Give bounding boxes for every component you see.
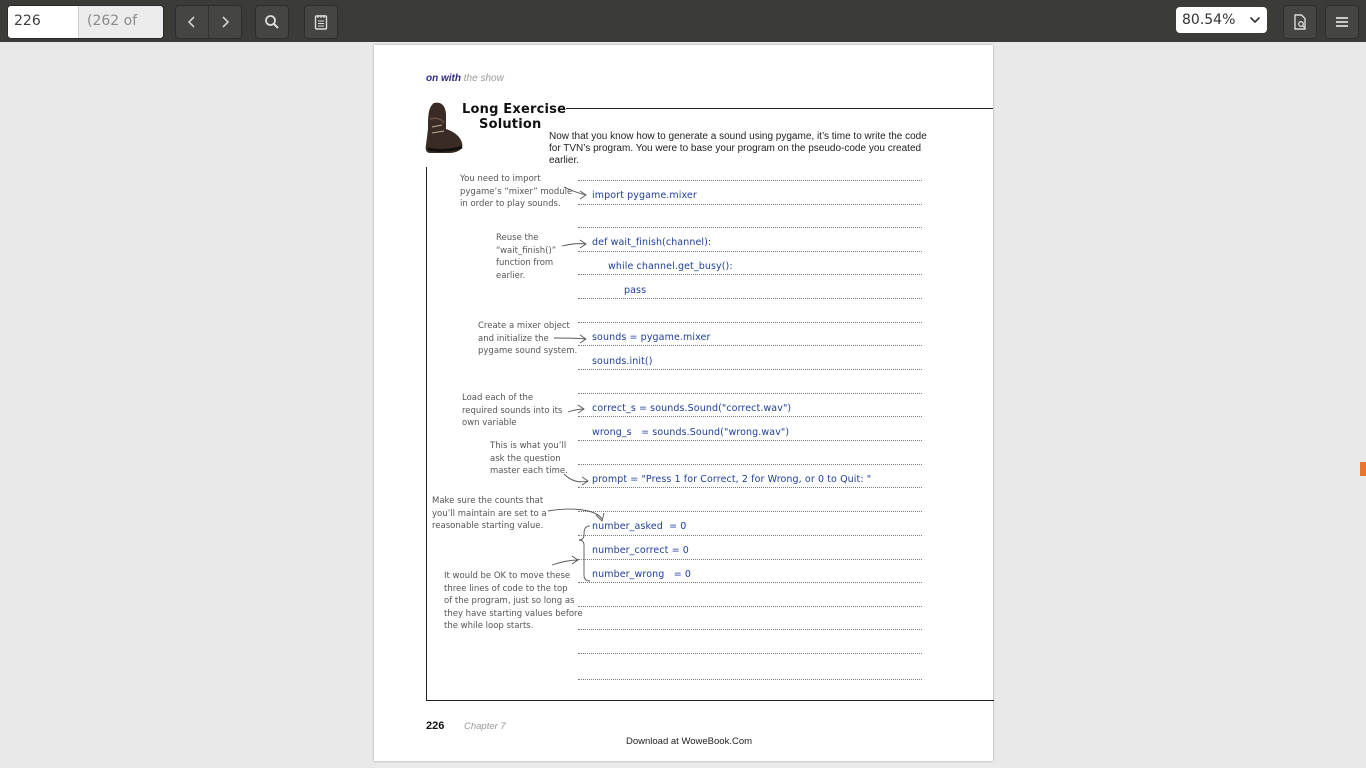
menu-button[interactable] xyxy=(1326,6,1358,38)
previous-page-button[interactable] xyxy=(176,6,208,38)
annotation-arrows xyxy=(547,186,605,582)
page-nav-buttons xyxy=(175,5,242,39)
page-total-label: (262 of 442) xyxy=(78,6,163,38)
search-icon xyxy=(265,15,279,29)
scroll-marker xyxy=(1360,462,1366,476)
zoom-select[interactable]: 80.54% xyxy=(1176,7,1267,33)
menu-button-wrap xyxy=(1325,5,1359,39)
zoom-value: 80.54% xyxy=(1182,12,1236,28)
chevron-down-icon xyxy=(1249,12,1261,28)
page-number-input[interactable] xyxy=(8,6,78,36)
chevron-right-icon xyxy=(222,16,230,28)
notes-button-wrap xyxy=(304,5,338,39)
next-page-button[interactable] xyxy=(208,6,241,38)
notes-icon xyxy=(314,15,328,30)
chevron-left-icon xyxy=(187,16,195,28)
search-button[interactable] xyxy=(256,6,288,38)
search-button-wrap xyxy=(255,5,289,39)
document-page: on with the show Long Exercise Solution … xyxy=(374,45,994,761)
menu-icon xyxy=(1336,17,1348,27)
annotations-button[interactable] xyxy=(305,6,337,38)
toolbar: (262 of 442) 80.54% xyxy=(0,0,1366,42)
download-credit: Download at WoweBook.Com xyxy=(626,736,753,747)
document-properties-button[interactable] xyxy=(1284,6,1316,38)
page-navigator: (262 of 442) xyxy=(7,5,164,39)
page-number: 226 xyxy=(426,720,445,732)
properties-button-wrap xyxy=(1283,5,1317,39)
document-properties-icon xyxy=(1294,14,1306,30)
chapter-label: Chapter 7 xyxy=(464,721,506,732)
